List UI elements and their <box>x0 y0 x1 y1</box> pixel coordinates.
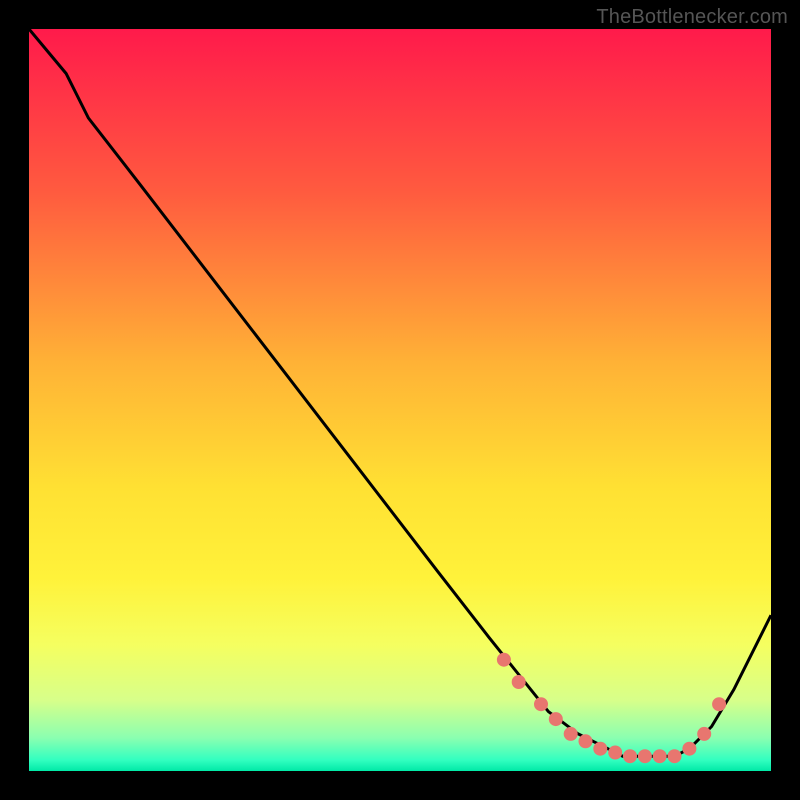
highlight-dot <box>549 712 563 726</box>
highlight-dot <box>608 746 622 760</box>
highlight-dot <box>593 742 607 756</box>
highlight-dot <box>653 749 667 763</box>
plot-area <box>29 29 771 771</box>
highlight-dot <box>579 734 593 748</box>
chart-svg <box>29 29 771 771</box>
highlight-dot <box>534 697 548 711</box>
gradient-background <box>29 29 771 771</box>
highlight-dot <box>697 727 711 741</box>
highlight-dot <box>512 675 526 689</box>
highlight-dot <box>564 727 578 741</box>
highlight-dot <box>638 749 652 763</box>
stage: TheBottlenecker.com <box>0 0 800 800</box>
highlight-dot <box>682 742 696 756</box>
attribution-text: TheBottlenecker.com <box>596 6 788 29</box>
highlight-dot <box>623 749 637 763</box>
highlight-dot <box>712 697 726 711</box>
highlight-dot <box>668 749 682 763</box>
highlight-dot <box>497 653 511 667</box>
